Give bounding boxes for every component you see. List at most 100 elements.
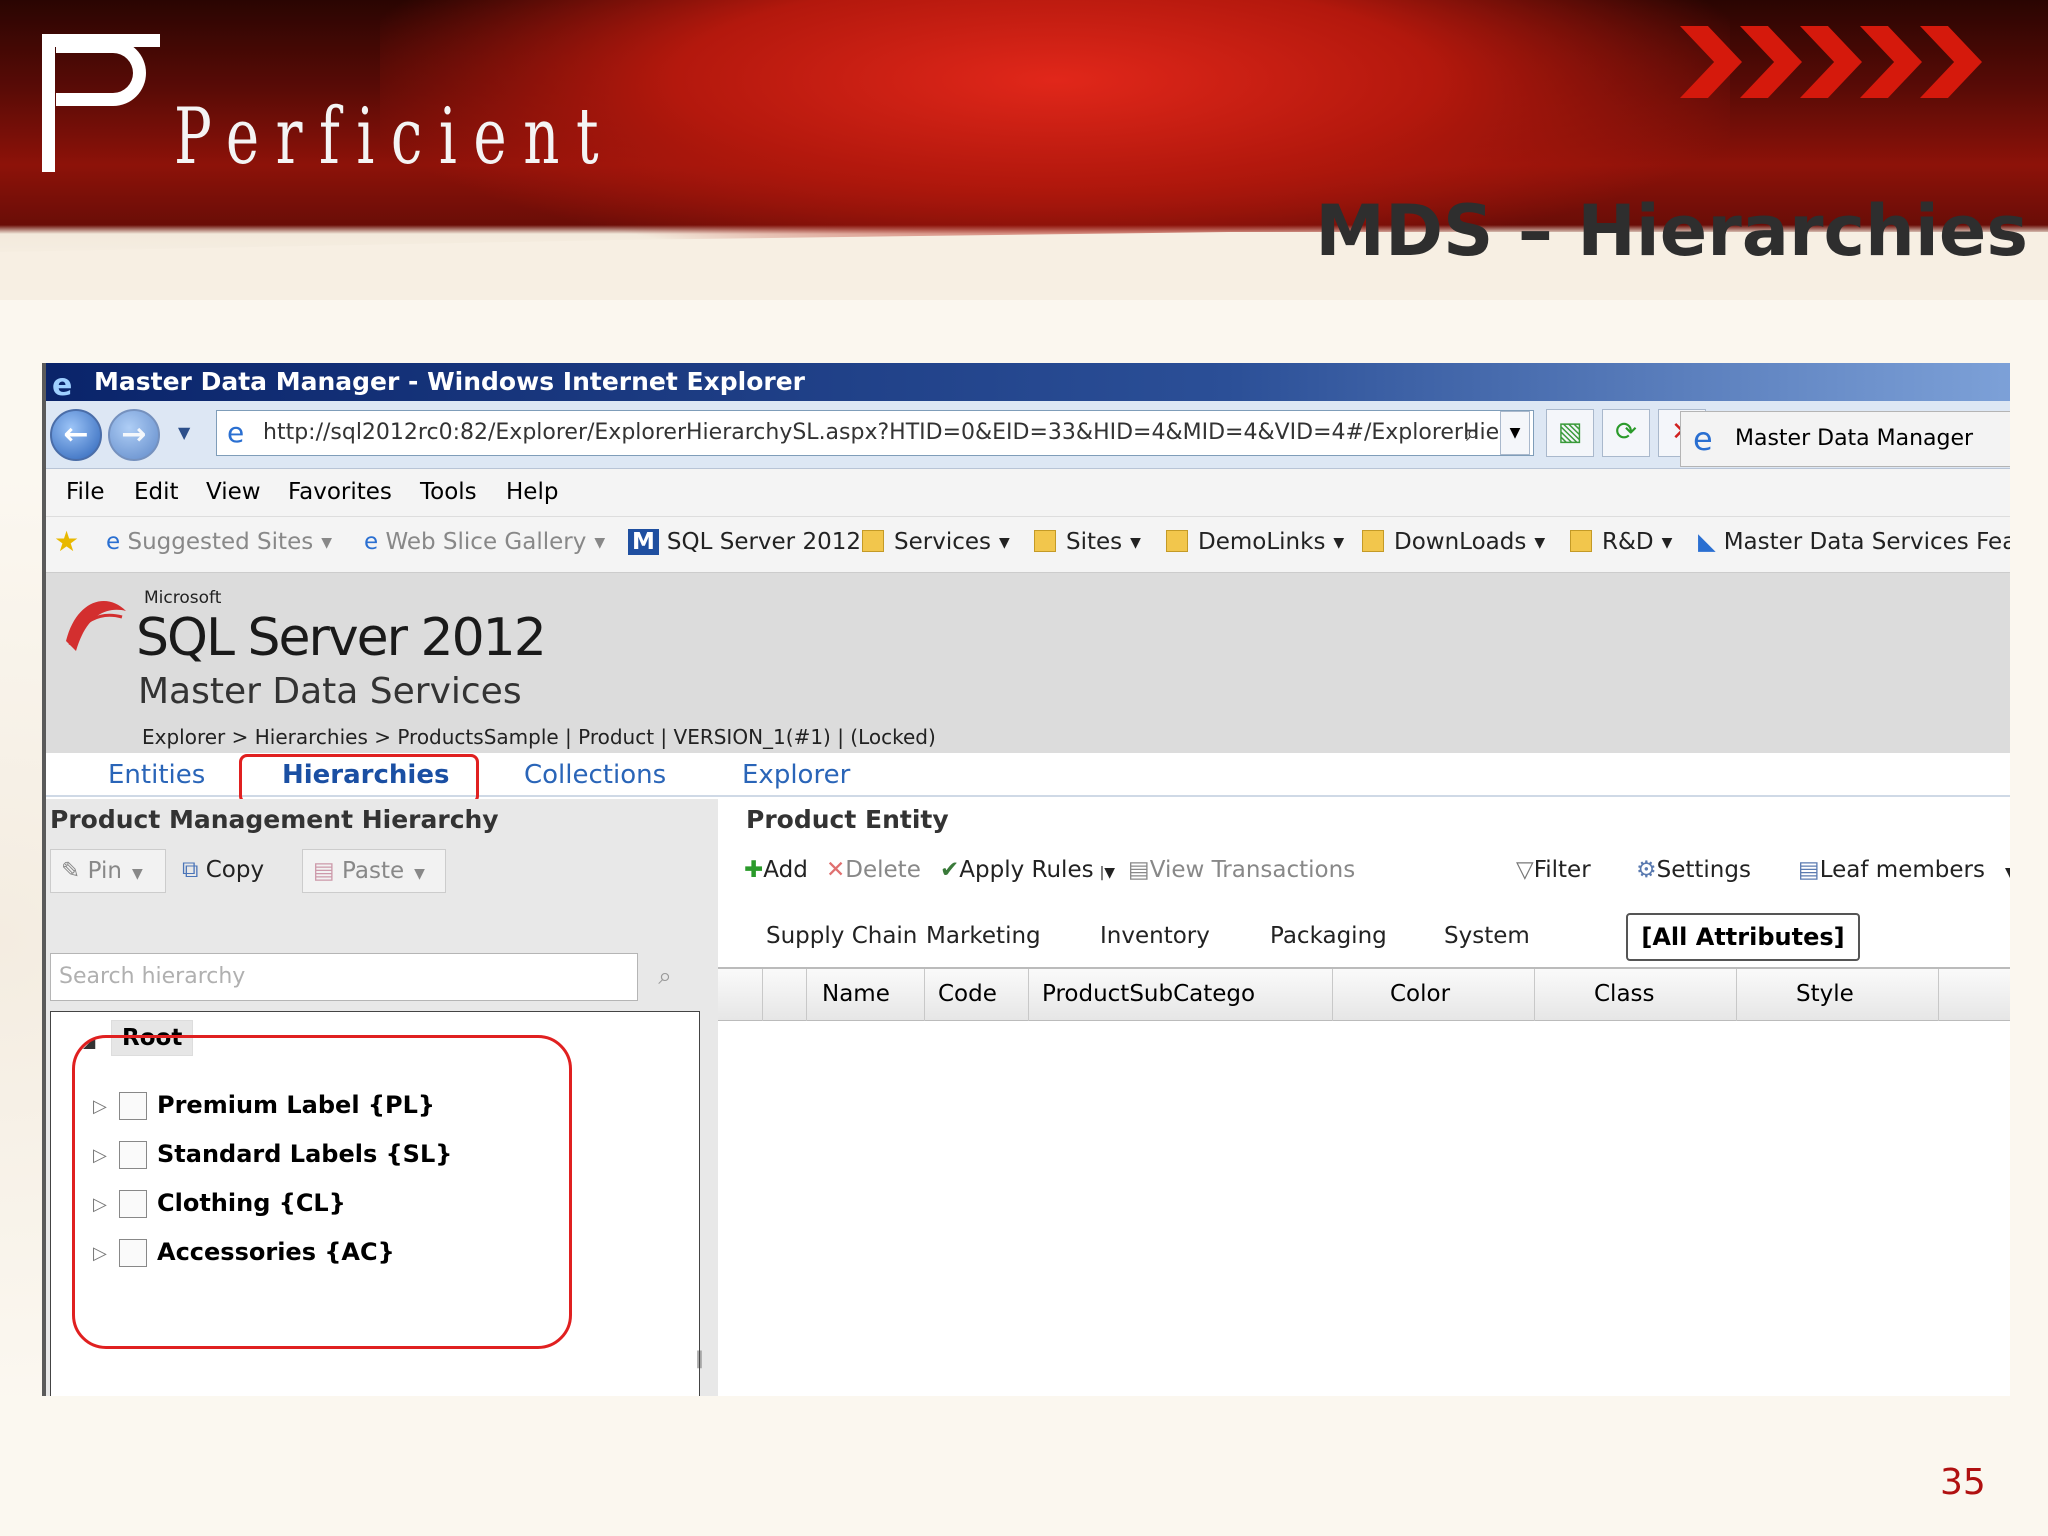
paste-label: Paste [342,858,405,884]
forward-icon[interactable]: → [108,409,160,461]
fav-suggested-sites[interactable]: e Suggested Sites ▼ [106,529,332,555]
chevron-down-icon: ▼ [1130,535,1141,551]
compatibility-icon[interactable]: ▧ [1546,409,1594,457]
menu-file[interactable]: File [66,479,105,505]
slide-title: MDS – Hierarchies [1315,190,2028,272]
column-code[interactable]: Code [938,981,997,1007]
address-dropdown-icon[interactable]: ▼ [1500,411,1530,455]
favorites-star-icon[interactable]: ★ [54,525,79,558]
filter-button[interactable]: ▽Filter [1516,857,1591,883]
menu-edit[interactable]: Edit [134,479,179,505]
chevron-down-icon: |▼ [1099,865,1116,881]
hierarchy-search-input[interactable]: Search hierarchy [50,953,638,1001]
menu-bar: File Edit View Favorites Tools Help [46,469,2010,517]
perficient-logo: Perficient [42,30,599,182]
fav-label: DownLoads [1394,529,1527,555]
tab-packaging[interactable]: Packaging [1270,923,1387,949]
tab-supply-chain[interactable]: Supply Chain [766,923,917,949]
browser-window: e Master Data Manager - Windows Internet… [42,363,2010,1396]
leaf-members-label: Leaf members [1819,857,1985,883]
check-icon: ✔ [940,857,960,883]
fav-label: Suggested Sites [127,529,314,555]
grid-header: Name Code ProductSubCatego Color Class S… [718,967,2010,1021]
menu-tools[interactable]: Tools [420,479,477,505]
mds-feature-icon: ◣ [1698,529,1716,555]
microsoft-label: Microsoft [144,588,222,608]
fav-sql-server-2012[interactable]: M SQL Server 2012 [628,529,861,555]
search-icon[interactable]: ⌕ [646,953,684,1001]
fav-demolinks[interactable]: DemoLinks ▼ [1166,529,1344,555]
product-name: Master Data Services [138,671,522,712]
menu-favorites[interactable]: Favorites [288,479,392,505]
ie-tab-icon: e [1693,420,1713,458]
column-color[interactable]: Color [1390,981,1450,1007]
history-dropdown-icon[interactable]: ▼ [178,423,190,442]
hierarchy-pane: Product Management Hierarchy ✎ Pin ▼ ⧉ Co… [46,799,718,1396]
column-name[interactable]: Name [822,981,890,1007]
chevron-down-icon: ▼ [1333,535,1345,551]
tab-inventory[interactable]: Inventory [1100,923,1210,949]
fav-label: Web Slice Gallery [385,529,587,555]
fav-label: Sites [1066,529,1123,555]
chevron-down-icon: ▼ [1534,535,1546,551]
back-icon[interactable]: ← [50,409,102,461]
delete-icon: ✕ [826,857,846,883]
pin-icon: ✎ [61,858,88,884]
view-transactions-button[interactable]: ▤View Transactions [1128,857,1355,883]
mds-icon: M [628,529,659,555]
tab-system[interactable]: System [1444,923,1530,949]
fav-sites[interactable]: Sites ▼ [1034,529,1141,555]
chevron-decoration [1740,26,1802,98]
address-text: http://sql2012rc0:82/Explorer/ExplorerHi… [263,420,1500,445]
address-row: ← → ▼ e http://sql2012rc0:82/Explorer/Ex… [46,401,2010,469]
ie-icon: e [106,529,128,555]
tab-marketing[interactable]: Marketing [926,923,1041,949]
copy-button[interactable]: ⧉ Copy [182,849,264,893]
paste-button[interactable]: ▤ Paste ▼ [302,849,446,893]
search-icon[interactable]: ⌕ [1466,419,1479,447]
window-title: Master Data Manager - Windows Internet E… [94,367,805,396]
add-label: Add [763,857,808,883]
document-icon: ▤ [1128,857,1150,883]
breadcrumb: Explorer > Hierarchies > ProductsSample … [142,725,936,749]
fav-downloads[interactable]: DownLoads ▼ [1362,529,1545,555]
tab-collections[interactable]: Collections [524,760,666,790]
fav-label: SQL Server 2012 [666,529,861,555]
highlight-hierarchies-tab [239,754,479,804]
browser-tab[interactable]: e Master Data Manager [1680,411,2010,467]
refresh-icon[interactable]: ⟳ [1602,409,1650,457]
pin-button[interactable]: ✎ Pin ▼ [50,849,166,893]
fav-mds-feature[interactable]: ◣ Master Data Services Feat [1698,529,2010,555]
menu-help[interactable]: Help [506,479,558,505]
fav-rnd[interactable]: R&D ▼ [1570,529,1672,555]
tab-all-attributes[interactable]: [All Attributes] [1626,913,1860,961]
add-button[interactable]: ✚Add [744,857,808,883]
splitter-handle[interactable]: ‖ [695,1348,704,1369]
tab-title: Master Data Manager [1735,426,1974,451]
apply-rules-button[interactable]: ✔Apply Rules |▼ [940,857,1115,883]
fav-label: Services [894,529,991,555]
pin-label: Pin [87,858,122,884]
gear-icon: ⚙ [1636,857,1657,883]
column-productsubcategory[interactable]: ProductSubCatego [1042,981,1260,1007]
fav-services[interactable]: Services ▼ [862,529,1010,555]
delete-label: Delete [845,857,921,883]
document-icon: ▤ [1798,857,1820,883]
fav-web-slice-gallery[interactable]: e Web Slice Gallery ▼ [364,529,605,555]
leaf-members-dropdown[interactable]: ▤Leaf members ▼ [1798,857,2010,883]
delete-button[interactable]: ✕Delete [826,857,921,883]
menu-view[interactable]: View [206,479,261,505]
chevron-down-icon: ▼ [2005,865,2010,881]
chevron-down-icon: ▼ [594,535,606,551]
favorites-bar: ★ e Suggested Sites ▼ e Web Slice Gallery… [46,517,2010,573]
window-titlebar: e Master Data Manager - Windows Internet… [46,363,2010,403]
column-style[interactable]: Style [1796,981,1854,1007]
highlight-tree-nodes [72,1035,572,1349]
tab-explorer[interactable]: Explorer [742,760,850,790]
column-class[interactable]: Class [1594,981,1655,1007]
tab-entities[interactable]: Entities [108,760,205,790]
settings-button[interactable]: ⚙Settings [1636,857,1751,883]
address-bar[interactable]: e http://sql2012rc0:82/Explorer/Explorer… [216,410,1534,456]
fav-label: Master Data Services Feat [1723,529,2010,555]
fav-label: DemoLinks [1198,529,1326,555]
